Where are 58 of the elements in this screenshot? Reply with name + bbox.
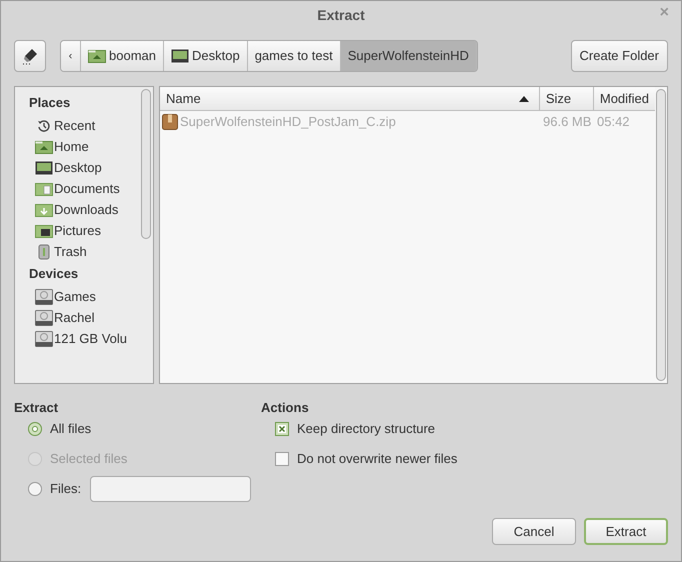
trash-icon: [38, 244, 50, 260]
file-modified: 05:42: [596, 113, 631, 132]
sidebar-heading: Devices: [29, 265, 80, 284]
home-folder-icon: [35, 140, 53, 154]
checkbox-label: Keep directory structure: [297, 420, 436, 438]
dialog-button[interactable]: Cancel: [492, 518, 576, 545]
sidebar-item[interactable]: Documents: [29, 178, 141, 199]
sidebar-item[interactable]: Recent: [29, 115, 141, 136]
window-title: Extract: [317, 6, 365, 24]
archive-icon: [162, 114, 178, 130]
dialog-button[interactable]: Extract: [584, 518, 668, 545]
column-header[interactable]: Modified: [592, 87, 655, 110]
radio-label: Selected files: [50, 450, 128, 468]
column-header[interactable]: Size: [538, 87, 593, 110]
scrollbar[interactable]: [656, 89, 666, 381]
pictures-folder-icon: [35, 224, 53, 238]
file-size: 96.6 MB: [542, 113, 592, 132]
desktop-icon: [35, 160, 53, 174]
drive-icon: [35, 288, 53, 304]
drive-icon: [35, 330, 53, 346]
section-heading: Extract: [14, 399, 60, 414]
edit-location-button[interactable]: [14, 40, 46, 72]
checkbox[interactable]: [275, 422, 289, 436]
path-crumb[interactable]: SuperWolfensteinHD: [340, 41, 477, 71]
documents-folder-icon: [35, 182, 53, 196]
sidebar-item[interactable]: Desktop: [29, 157, 141, 178]
desktop-icon: [170, 49, 189, 63]
file-name: SuperWolfensteinHD_PostJam_C.zip: [180, 113, 396, 132]
radio-label: All files: [50, 420, 92, 438]
history-icon: [37, 118, 51, 132]
create-folder-button[interactable]: Create Folder: [570, 40, 668, 72]
scrollbar[interactable]: [141, 89, 151, 239]
sort-ascending-icon: [518, 96, 529, 102]
downloads-folder-icon: [35, 202, 53, 216]
files-input-field[interactable]: [90, 476, 252, 502]
sidebar-item[interactable]: Home: [29, 136, 141, 157]
section-heading: Actions: [261, 399, 310, 414]
checkbox-label: Do not overwrite newer files: [297, 450, 458, 468]
sidebar-item[interactable]: Trash: [29, 241, 141, 262]
sidebar-item[interactable]: Rachel: [29, 307, 141, 328]
sidebar-item[interactable]: 121 GB Volu: [29, 328, 141, 349]
radio-label: Files:: [50, 480, 82, 498]
sidebar-heading: Places: [29, 94, 72, 112]
pencil-icon: [21, 47, 39, 65]
path-crumb[interactable]: booman: [81, 41, 164, 71]
column-header[interactable]: Name: [160, 87, 539, 110]
path-back-button[interactable]: ‹: [61, 41, 81, 71]
radio-button[interactable]: [28, 482, 42, 496]
drive-icon: [35, 310, 53, 326]
checkbox[interactable]: [275, 452, 289, 466]
check-mark-icon: [278, 425, 286, 433]
path-crumb[interactable]: Desktop: [164, 41, 248, 71]
sidebar-item[interactable]: Downloads: [29, 199, 141, 220]
sidebar-item[interactable]: Games: [29, 286, 141, 307]
sidebar-item[interactable]: Pictures: [29, 220, 141, 241]
path-crumb[interactable]: games to test: [248, 41, 341, 71]
radio-button[interactable]: [28, 422, 42, 436]
home-folder-icon: [88, 49, 106, 63]
